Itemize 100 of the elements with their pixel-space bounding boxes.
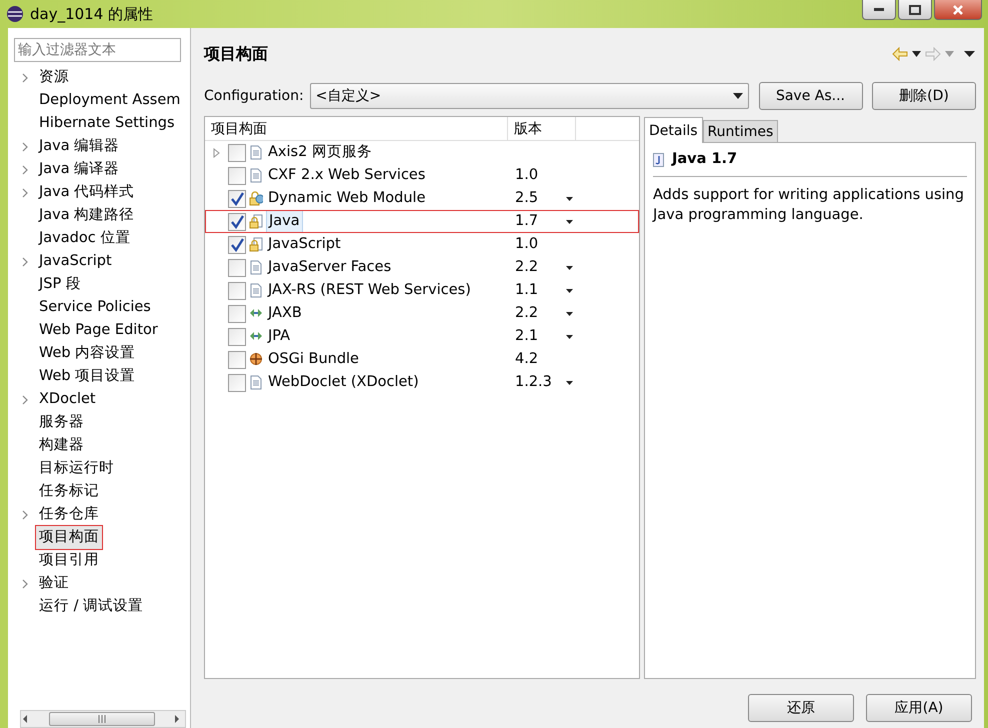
checkbox[interactable] (228, 328, 246, 346)
facet-name[interactable]: Axis2 网页服务 (266, 142, 374, 164)
dropdown-icon (912, 51, 921, 57)
sidebar-item[interactable]: JSP 段 (35, 272, 85, 298)
version-cell-text: 2.2 (514, 258, 540, 277)
document-icon (249, 168, 263, 183)
checkbox[interactable] (228, 212, 246, 230)
facet-name[interactable]: JavaScript (266, 234, 343, 256)
sidebar-item[interactable]: 资源 (35, 64, 73, 90)
sidebar-item[interactable]: Java 代码样式 (35, 180, 138, 206)
version-dropdown[interactable] (566, 334, 573, 338)
sidebar-item[interactable]: Web 项目设置 (35, 364, 140, 390)
version-dropdown[interactable] (566, 288, 573, 292)
window-title: day_1014 的属性 (30, 4, 154, 25)
back-arrow-icon (892, 46, 908, 61)
facet-name[interactable]: JAX-RS (REST Web Services) (266, 280, 473, 302)
configuration-button[interactable]: 删除(D) (872, 82, 976, 110)
checkbox[interactable] (228, 144, 246, 162)
checkmark-icon (230, 214, 244, 228)
version-dropdown[interactable] (566, 312, 573, 316)
facet-name[interactable]: Java (266, 210, 303, 234)
sidebar-item[interactable]: Service Policies (35, 294, 155, 320)
sidebar-item[interactable]: 验证 (35, 570, 73, 596)
tab[interactable]: Runtimes (702, 120, 778, 142)
checkbox[interactable] (228, 258, 246, 276)
sidebar-item[interactable]: JavaScript (35, 248, 116, 274)
checkbox[interactable] (228, 166, 246, 184)
close-button[interactable] (934, 0, 982, 20)
configuration-dropdown[interactable]: <自定义> (310, 83, 749, 109)
caret-icon (566, 196, 573, 200)
sidebar-item[interactable]: 项目构面 (35, 524, 103, 550)
sidebar-item[interactable]: Web Page Editor (35, 318, 162, 344)
document-icon (249, 375, 263, 390)
facet-name[interactable]: JavaServer Faces (266, 256, 394, 278)
version-cell-text: 2.1 (514, 326, 540, 346)
version-cell-text: 1.7 (514, 212, 540, 231)
minimize-icon (874, 8, 884, 11)
sidebar-item[interactable]: Java 构建路径 (35, 202, 138, 228)
version-dropdown[interactable] (566, 220, 573, 224)
sidebar-item[interactable]: 任务仓库 (35, 502, 103, 528)
details-description: Adds support for writing applications using Java programming language. (653, 186, 965, 225)
sidebar-item[interactable]: 目标运行时 (35, 456, 118, 482)
grip-icon (97, 715, 107, 723)
version-dropdown[interactable] (566, 380, 573, 384)
configuration-label: Configuration: (204, 86, 304, 106)
configuration-button[interactable]: Save As... (758, 82, 862, 110)
sidebar-item[interactable]: 服务器 (35, 410, 88, 436)
document-icon (249, 260, 263, 275)
sidebar-item[interactable]: XDoclet (35, 386, 100, 412)
facet-name[interactable]: OSGi Bundle (266, 348, 361, 370)
lock-icon (249, 191, 263, 206)
plugin-icon (249, 352, 263, 367)
maximize-icon (909, 4, 921, 14)
caret-icon (566, 288, 573, 292)
checkbox[interactable] (228, 304, 246, 322)
sidebar-item[interactable]: 运行 / 调试设置 (35, 594, 148, 620)
sidebar-item[interactable]: Java 编辑器 (35, 134, 124, 160)
close-icon (952, 4, 964, 14)
lock-icon (249, 214, 263, 229)
version-dropdown[interactable] (566, 196, 573, 200)
version-cell-text: 2.2 (514, 304, 540, 323)
column-header: 版本 (508, 117, 576, 140)
view-menu-icon (964, 50, 976, 58)
sidebar-item[interactable]: Javadoc 位置 (35, 226, 134, 252)
checkbox[interactable] (228, 350, 246, 368)
checkbox[interactable] (228, 374, 246, 392)
minimize-button[interactable] (862, 0, 896, 20)
right-arrow-icon (173, 714, 181, 724)
java-file-icon (653, 152, 664, 167)
version-cell-text: 1.2.3 (514, 372, 553, 392)
facet-name[interactable]: JAXB (266, 302, 304, 324)
sidebar-item[interactable]: Hibernate Settings (35, 110, 179, 136)
facet-name[interactable]: WebDoclet (XDoclet) (266, 372, 421, 394)
checkbox[interactable] (228, 282, 246, 300)
footer-button[interactable]: 应用(A) (866, 694, 972, 722)
version-cell-text: 1.0 (514, 234, 540, 254)
facet-name[interactable]: JPA (266, 326, 292, 348)
facet-name[interactable]: CXF 2.x Web Services (266, 164, 428, 186)
sidebar-item[interactable]: Web 内容设置 (35, 340, 140, 366)
sidebar-item[interactable]: Deployment Assem (35, 88, 184, 114)
caret-icon (733, 93, 743, 99)
checkbox[interactable] (228, 190, 246, 208)
caret-icon (566, 334, 573, 338)
dropdown-icon (945, 51, 954, 57)
forward-arrow-icon (925, 46, 941, 61)
tab[interactable]: Details (644, 117, 703, 143)
details-title: Java 1.7 (672, 150, 738, 169)
sidebar-item[interactable]: Java 编译器 (35, 156, 124, 182)
footer-button[interactable]: 还原 (748, 694, 854, 722)
sidebar-item[interactable]: 项目引用 (35, 548, 103, 574)
checkbox[interactable] (228, 236, 246, 254)
version-cell-text: 4.2 (514, 350, 540, 369)
filter-field[interactable]: 输入过滤器文本 (14, 38, 181, 62)
sidebar-item[interactable]: 任务标记 (35, 478, 103, 504)
maximize-button[interactable] (898, 0, 932, 20)
sidebar-item[interactable]: 构建器 (35, 432, 88, 458)
version-dropdown[interactable] (566, 266, 573, 270)
facet-name[interactable]: Dynamic Web Module (266, 188, 428, 210)
caret-icon (566, 266, 573, 270)
horizontal-scrollbar[interactable] (20, 710, 186, 728)
